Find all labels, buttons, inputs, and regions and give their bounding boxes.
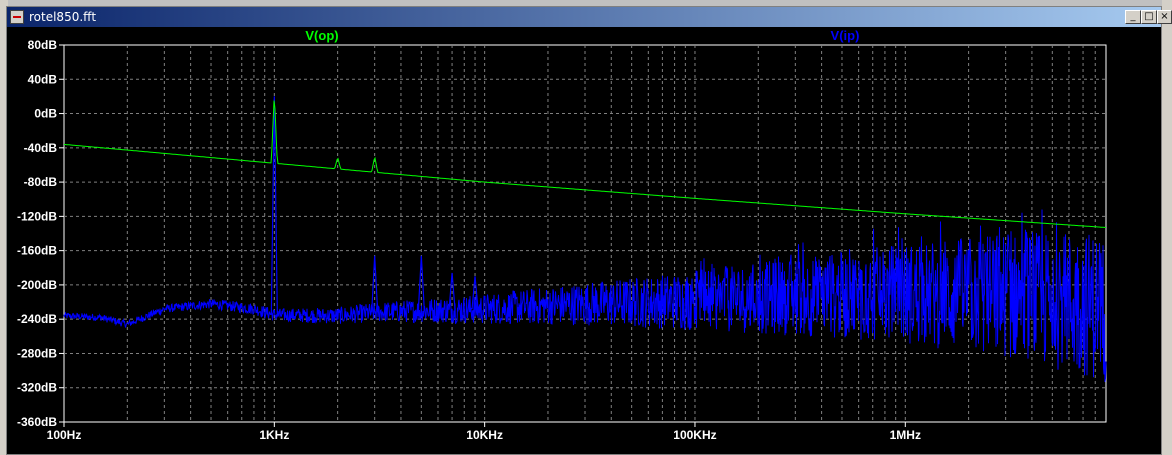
x-tick-label: 1KHz xyxy=(259,428,289,442)
y-tick-label: -320dB xyxy=(17,381,57,395)
y-tick-label: -40dB xyxy=(24,141,58,155)
y-tick-label: -120dB xyxy=(17,209,57,223)
y-tick-label: -360dB xyxy=(17,415,57,429)
y-tick-label: -240dB xyxy=(17,312,57,326)
y-tick-label: -160dB xyxy=(17,244,57,258)
x-tick-label: 100Hz xyxy=(47,428,82,442)
x-tick-label: 100KHz xyxy=(673,428,716,442)
legend: V(op) V(ip) xyxy=(305,28,859,43)
y-tick-label: 80dB xyxy=(28,38,58,52)
y-tick-label: -200dB xyxy=(17,278,57,292)
legend-v-ip: V(ip) xyxy=(831,28,860,43)
legend-v-op: V(op) xyxy=(305,28,338,43)
y-tick-label: -80dB xyxy=(24,175,58,189)
y-tick-label: 40dB xyxy=(28,72,58,86)
y-tick-label: -280dB xyxy=(17,346,57,360)
fft-plot[interactable]: 80dB 40dB 0dB -40dB -80dB -120dB -160dB -200dB -… xyxy=(0,0,1172,455)
x-tick-label: 10KHz xyxy=(466,428,503,442)
y-tick-label: 0dB xyxy=(34,107,57,121)
x-axis-labels: 100Hz 1KHz 10KHz 100KHz 1MHz xyxy=(47,422,921,442)
x-tick-label: 1MHz xyxy=(890,428,921,442)
y-axis-labels: 80dB 40dB 0dB -40dB -80dB -120dB -160dB -200dB -… xyxy=(17,38,64,429)
